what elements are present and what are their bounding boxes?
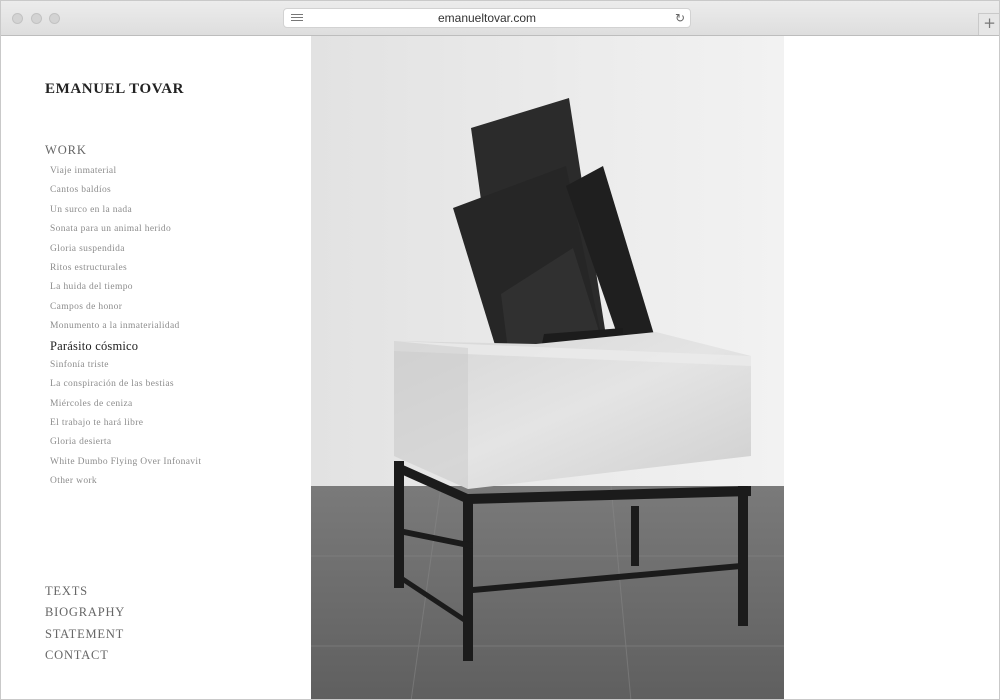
work-heading[interactable]: WORK [45, 143, 87, 158]
close-window-button[interactable] [12, 13, 23, 24]
work-item[interactable]: El trabajo te hará libre [50, 414, 201, 433]
url-text[interactable]: emanueltovar.com [284, 11, 690, 25]
plus-icon: + [983, 14, 996, 32]
work-item[interactable]: Gloria desierta [50, 433, 201, 452]
nav-biography[interactable]: BIOGRAPHY [45, 602, 125, 623]
work-item[interactable]: Sinfonía triste [50, 356, 201, 375]
work-item[interactable]: Cantos baldíos [50, 181, 201, 200]
work-item[interactable]: Viaje inmaterial [50, 162, 201, 181]
new-tab-button[interactable]: + [978, 13, 999, 35]
floor [311, 486, 784, 699]
work-item[interactable]: La conspiración de las bestias [50, 375, 201, 394]
work-item-active[interactable]: Parásito cósmico [50, 337, 201, 356]
work-item[interactable]: La huida del tiempo [50, 278, 201, 297]
browser-window: emanueltovar.com ↻ + EMANUEL TOVAR WORK … [0, 0, 1000, 700]
sculpture-image [311, 36, 784, 699]
browser-toolbar: emanueltovar.com ↻ + [1, 1, 999, 36]
work-item[interactable]: Campos de honor [50, 298, 201, 317]
work-item[interactable]: Gloria suspendida [50, 240, 201, 259]
site-title[interactable]: EMANUEL TOVAR [45, 81, 184, 98]
work-item[interactable]: White Dumbo Flying Over Infonavit [50, 453, 201, 472]
address-bar[interactable]: emanueltovar.com ↻ [283, 8, 691, 28]
work-item[interactable]: Ritos estructurales [50, 259, 201, 278]
work-item[interactable]: Un surco en la nada [50, 201, 201, 220]
bottom-nav: TEXTS BIOGRAPHY STATEMENT CONTACT [45, 581, 125, 666]
work-item[interactable]: Sonata para un animal herido [50, 220, 201, 239]
work-list: Viaje inmaterial Cantos baldíos Un surco… [50, 162, 201, 492]
minimize-window-button[interactable] [31, 13, 42, 24]
nav-statement[interactable]: STATEMENT [45, 624, 125, 645]
site-sidebar: EMANUEL TOVAR WORK Viaje inmaterial Cant… [1, 36, 311, 699]
nav-contact[interactable]: CONTACT [45, 645, 125, 666]
nav-texts[interactable]: TEXTS [45, 581, 125, 602]
work-item[interactable]: Monumento a la inmaterialidad [50, 317, 201, 336]
work-item[interactable]: Miércoles de ceniza [50, 395, 201, 414]
work-item[interactable]: Other work [50, 472, 201, 491]
reload-icon[interactable]: ↻ [675, 11, 685, 25]
zoom-window-button[interactable] [49, 13, 60, 24]
artwork-photo [311, 36, 784, 699]
